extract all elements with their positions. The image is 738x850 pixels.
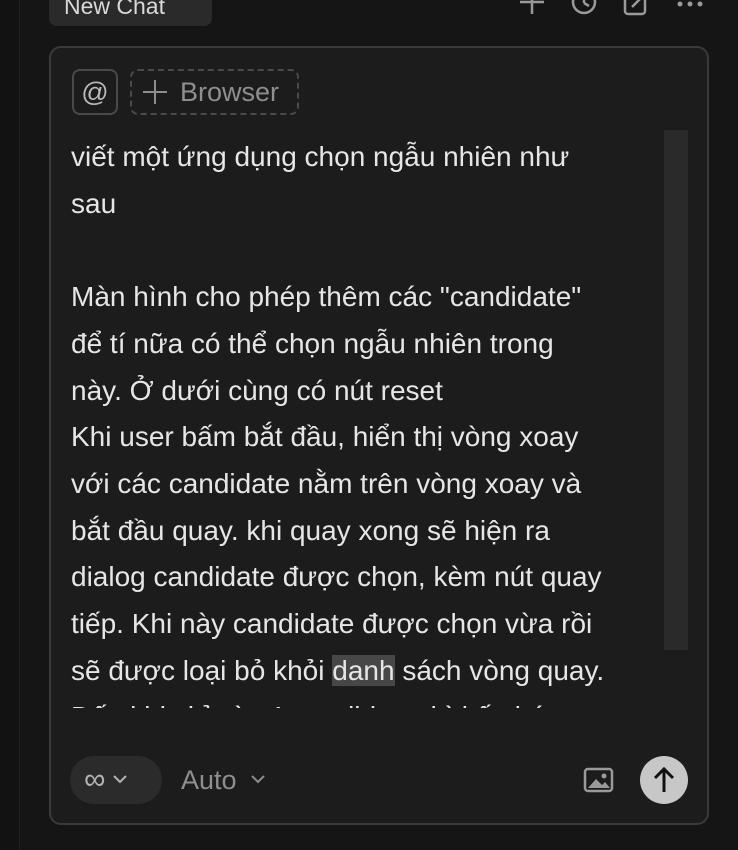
- model-label: Auto: [181, 765, 237, 795]
- message-text[interactable]: viết một ứng dụng chọn ngẫu nhiên như sa…: [71, 134, 671, 708]
- chat-composer: @ Browser viết một ứng dụng chọn ngẫu nh…: [49, 46, 709, 825]
- chevron-down-icon: [113, 771, 128, 789]
- left-rail: [0, 0, 20, 850]
- model-selector[interactable]: Auto: [181, 756, 265, 804]
- share-icon[interactable]: [622, 0, 650, 16]
- plus-icon[interactable]: [518, 0, 546, 16]
- send-button[interactable]: [640, 756, 688, 804]
- arrow-up-icon: [653, 766, 675, 792]
- message-text-before: viết một ứng dụng chọn ngẫu nhiên như sa…: [71, 141, 602, 686]
- chevron-down-icon: [250, 771, 265, 789]
- plus-icon: [142, 79, 168, 105]
- browser-context-chip[interactable]: Browser: [130, 69, 299, 115]
- more-icon[interactable]: [676, 0, 704, 16]
- browser-chip-label: Browser: [180, 77, 280, 107]
- selected-word: danh: [332, 654, 395, 686]
- agent-mode-toggle[interactable]: ∞: [70, 756, 162, 804]
- tab-new-chat[interactable]: New Chat: [49, 0, 212, 26]
- mention-button[interactable]: @: [72, 69, 118, 115]
- message-input[interactable]: viết một ứng dụng chọn ngẫu nhiên như sa…: [51, 128, 691, 708]
- image-icon[interactable]: [583, 766, 615, 794]
- history-icon[interactable]: [569, 0, 597, 16]
- infinity-icon: ∞: [84, 763, 106, 796]
- app-window: New Chat @ Browser viết một ứng dụng chọ…: [0, 0, 738, 850]
- message-scrollbar[interactable]: [664, 130, 688, 650]
